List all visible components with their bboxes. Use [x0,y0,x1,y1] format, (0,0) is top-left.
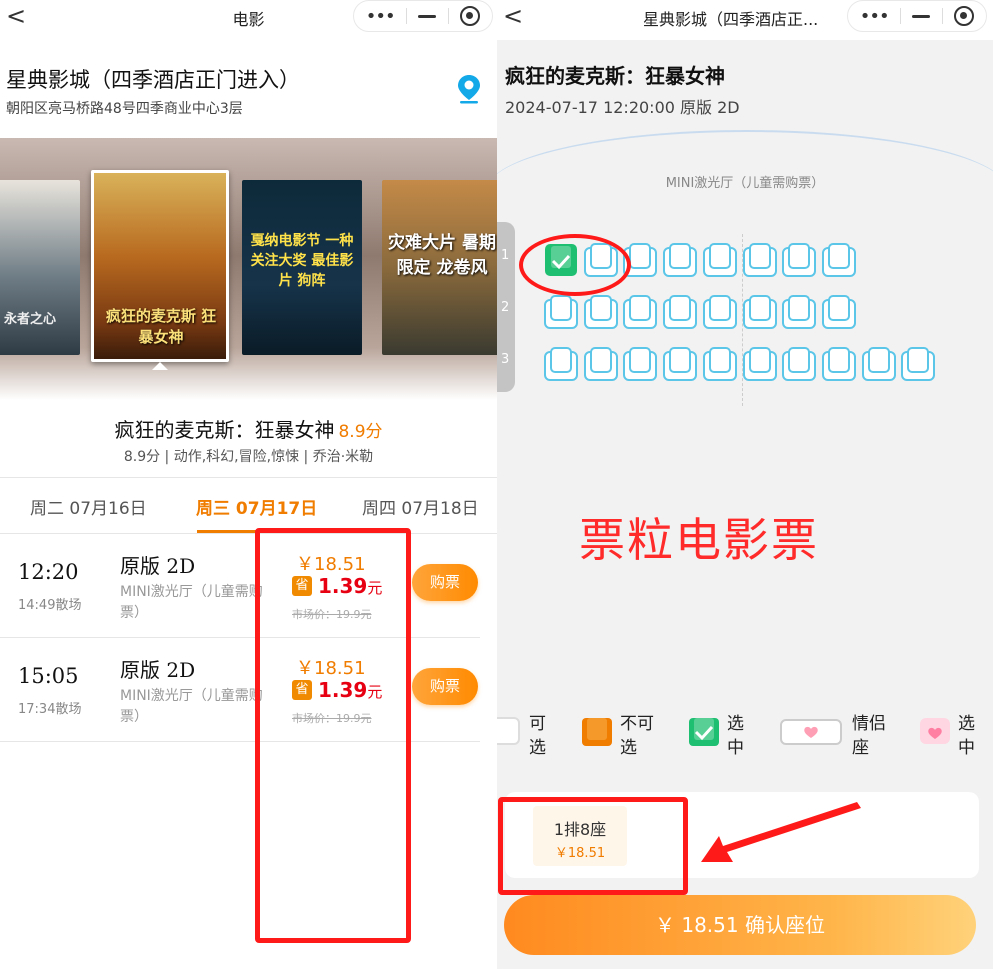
row-number-bar: 1 2 3 [497,222,515,392]
seat-available[interactable] [742,294,778,330]
seat-available[interactable] [662,294,698,330]
seat-available[interactable] [543,346,579,382]
seat-available[interactable] [702,242,738,278]
annotation-highlight-box [255,528,411,943]
tab-date-0716[interactable]: 周二 07月16日 [30,494,147,519]
show-end-time: 17:34散场 [18,702,82,717]
row-number: 3 [501,352,510,367]
seat-available[interactable] [781,294,817,330]
watermark-text: 票粒电影票 [579,513,819,567]
seat-available[interactable] [622,294,658,330]
seat-available[interactable] [742,242,778,278]
capsule-divider [941,8,943,24]
capsule-divider [405,8,407,24]
tab-date-0718[interactable]: 周四 07月18日 [362,494,479,519]
seat-available[interactable] [781,242,817,278]
miniprogram-capsule: ••• [847,0,987,32]
seat-available[interactable] [583,294,619,330]
legend-label: 情侣座 [852,714,886,758]
poster-item[interactable]: 戛纳电影节 一种关注大奖 最佳影片 狗阵 [242,180,362,355]
poster-item[interactable]: 灾难大片 暑期限定 龙卷风 [382,180,497,355]
confirm-seat-button[interactable]: ￥ 18.51 确认座位 [504,895,976,955]
show-end-time: 14:49散场 [18,598,82,613]
seat-selection-screen: < 星典影城（四季酒店正... ••• 疯狂的麦克斯：狂暴女神 2024-07-… [497,0,993,969]
movie-title: 疯狂的麦克斯：狂暴女神 8.9分 [0,414,497,443]
seat-available[interactable] [702,294,738,330]
seat-available[interactable] [742,346,778,382]
minimize-icon[interactable] [912,14,931,18]
movie-meta: 8.9分 | 动作,科幻,冒险,惊悚 | 乔治·米勒 [123,449,374,465]
cinema-address: 朝阳区亮马桥路48号四季商业中心3层 [6,101,243,117]
back-icon[interactable]: < [503,2,523,30]
more-icon[interactable]: ••• [366,6,396,27]
row-number: 1 [501,248,510,263]
nav-bar: < 星典影城（四季酒店正... ••• [497,0,993,40]
buy-ticket-button[interactable]: 购票 [412,564,478,601]
annotation-circle [519,234,631,296]
show-start-time: 15:05 [18,664,79,688]
seat-available[interactable] [662,242,698,278]
cinema-name: 星典影城（四季酒店正门进入） [6,68,300,92]
minimize-icon[interactable] [418,14,437,18]
show-start-time: 12:20 [18,560,79,584]
selected-seat-icon [689,718,719,746]
annotation-arrow [701,802,861,862]
seat-available[interactable] [821,346,857,382]
cinema-showtimes-screen: < 电影 ••• 星典影城（四季酒店正门进入） 朝阳区亮马桥路48号四季商业中心… [0,0,497,969]
sold-seat-icon [582,718,612,746]
capsule-divider [899,8,901,24]
buy-ticket-button[interactable]: 购票 [412,668,478,705]
seat-available[interactable] [622,346,658,382]
legend-label: 选中 [727,714,744,758]
miniprogram-capsule: ••• [353,0,493,32]
seat-available[interactable] [861,346,897,382]
seat-available[interactable] [543,294,579,330]
movie-poster-carousel[interactable]: 永者之心 疯狂的麦克斯 狂暴女神 戛纳电影节 一种关注大奖 最佳影片 狗阵 灾难… [0,138,497,400]
seat-available[interactable] [702,346,738,382]
show-version: 原版 2D [120,658,196,682]
tab-date-0717[interactable]: 周三 07月17日 [196,494,317,519]
annotation-highlight-box [498,797,688,895]
poster-item-active[interactable]: 疯狂的麦克斯 狂暴女神 [91,170,229,362]
movie-title: 疯狂的麦克斯：狂暴女神 [505,64,725,88]
date-tabs: 周二 07月16日 周三 07月17日 周四 07月18日 [0,478,497,533]
seat-available[interactable] [583,346,619,382]
selected-couple-seat-icon [920,718,950,744]
location-pin-icon[interactable] [456,74,482,104]
seat-available[interactable] [662,346,698,382]
poster-item[interactable]: 永者之心 [0,180,80,355]
nav-bar: < 电影 ••• [0,0,497,34]
close-miniprogram-icon[interactable] [954,6,975,26]
legend-label: 不可选 [620,714,654,758]
hall-name: MINI激光厅（儿童需购票） [665,176,825,191]
movie-score: 8.9分 [338,422,383,442]
available-seat-icon [497,717,520,745]
row-number: 2 [501,300,510,315]
active-poster-caret [152,362,168,370]
couple-seat-icon [780,719,842,745]
more-icon[interactable]: ••• [860,6,890,27]
page-title: 星典影城（四季酒店正... [643,10,819,29]
seat-available[interactable] [781,346,817,382]
legend-label: 选中 [958,714,975,758]
capsule-divider [447,8,449,24]
seat-available[interactable] [900,346,936,382]
seat-available[interactable] [821,242,857,278]
seat-available[interactable] [821,294,857,330]
close-miniprogram-icon[interactable] [460,6,481,26]
session-info: 2024-07-17 12:20:00 原版 2D [505,98,740,117]
legend-label: 可选 [529,714,546,758]
show-version: 原版 2D [120,554,196,578]
movie-name: 疯狂的麦克斯：狂暴女神 [114,418,335,442]
